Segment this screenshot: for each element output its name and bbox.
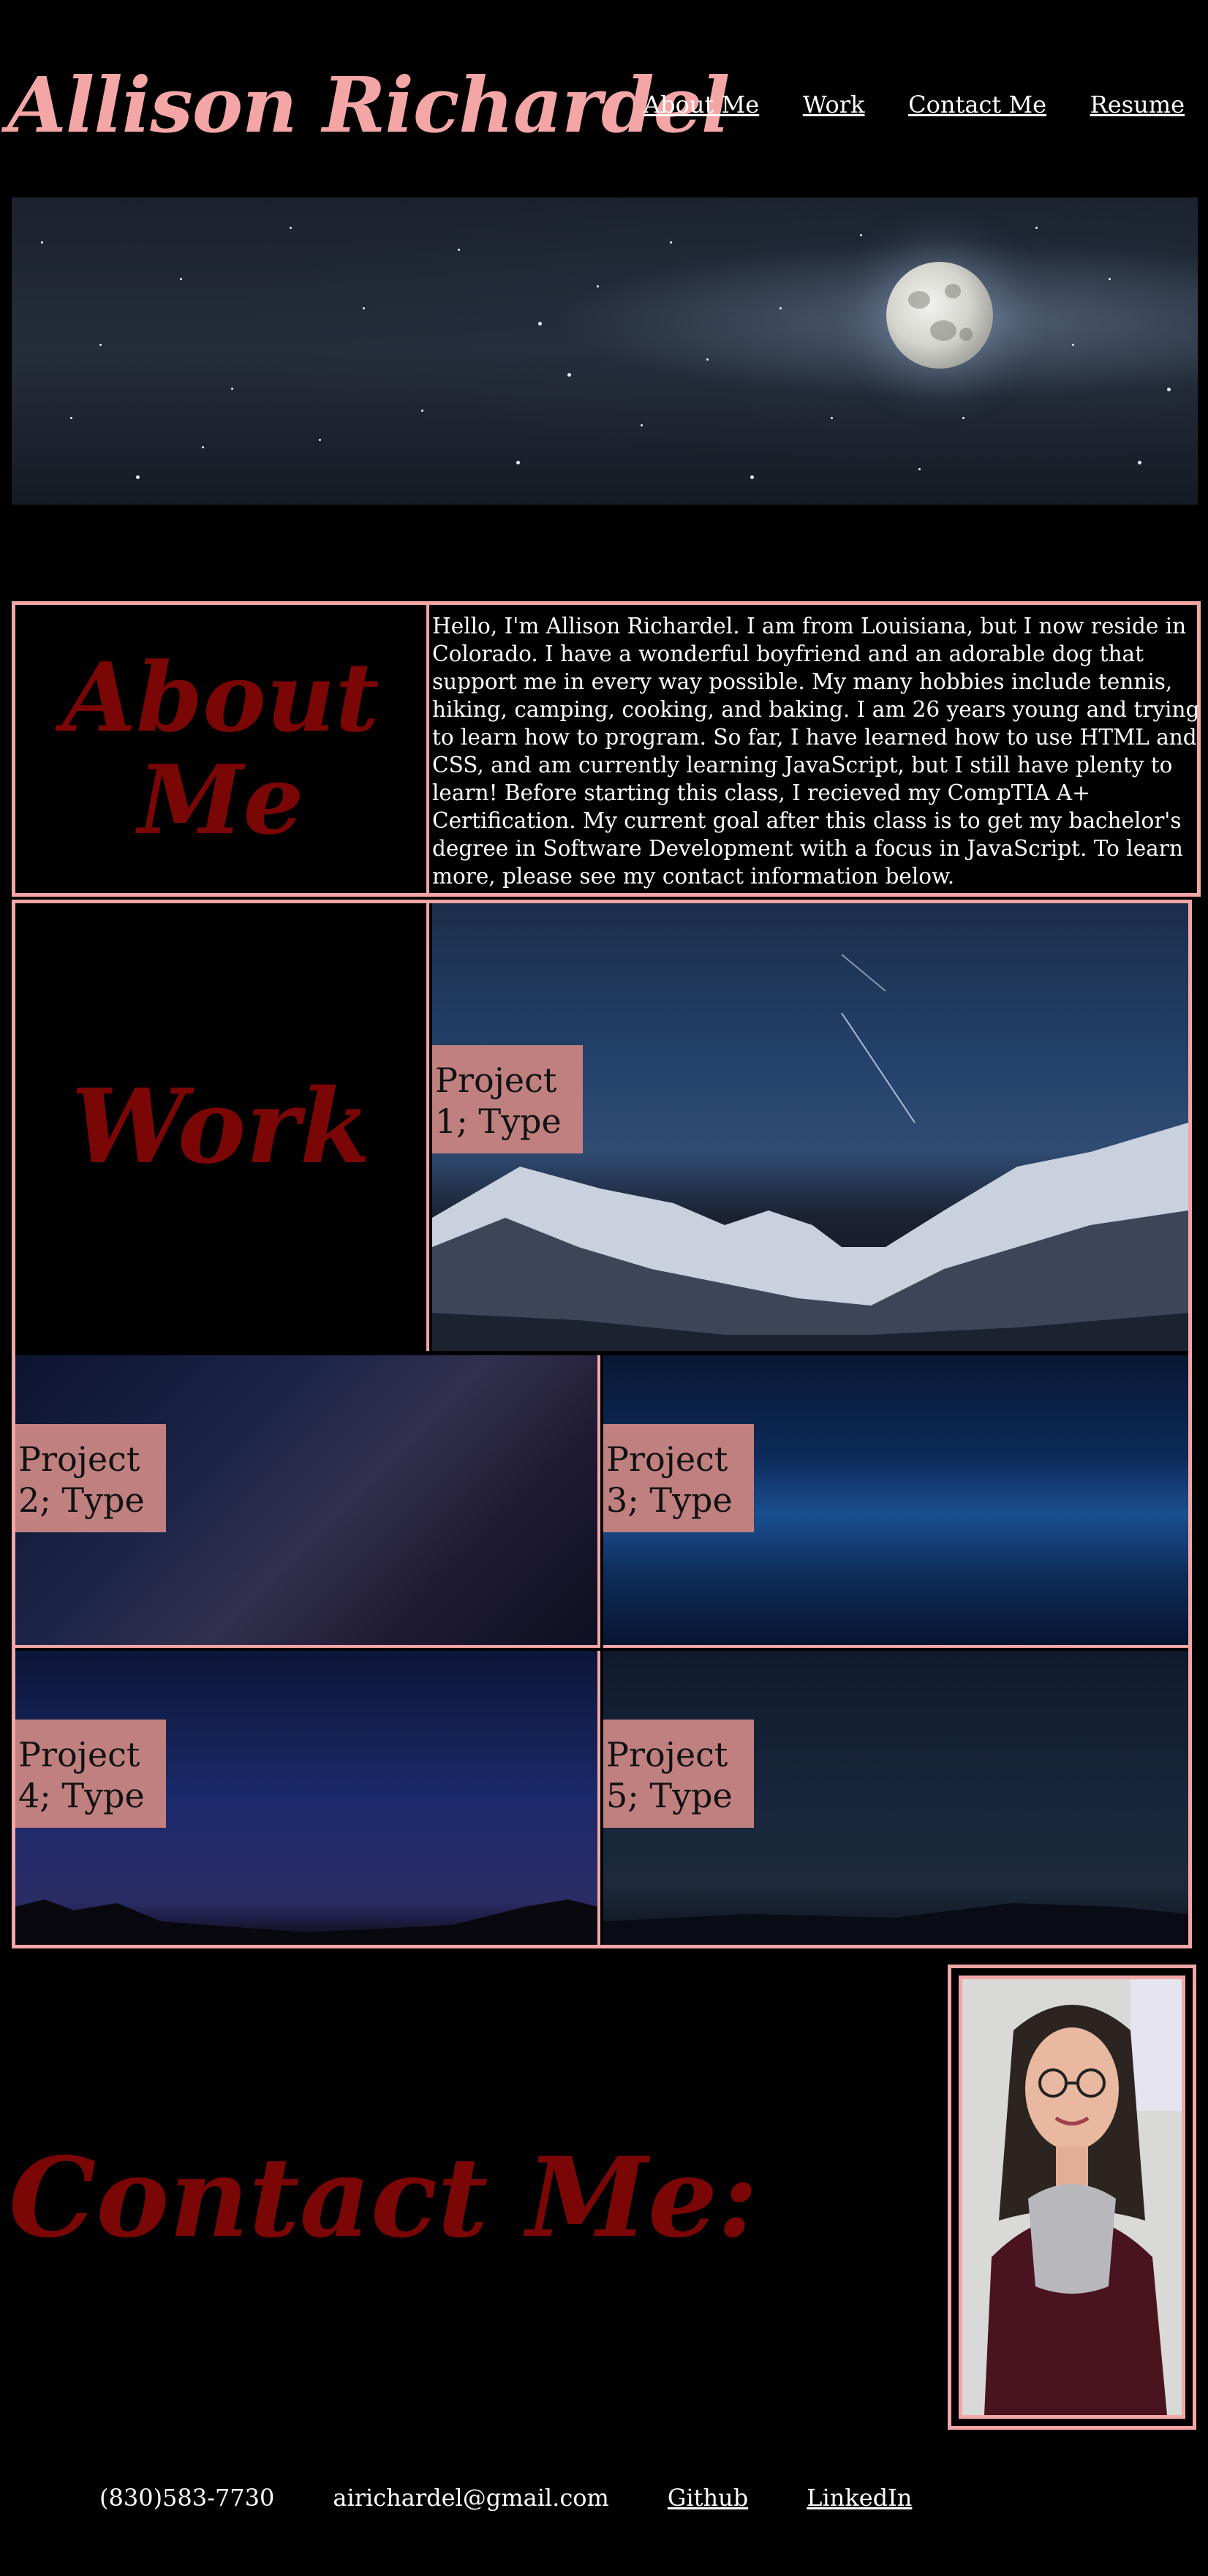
footer-contact: (830)583-7730 airichardel@gmail.com Gith… (99, 2484, 912, 2512)
linkedin-link[interactable]: LinkedIn (807, 2484, 912, 2512)
email-address: airichardel@gmail.com (333, 2484, 609, 2512)
work-heading: Work (15, 903, 429, 1351)
profile-photo-illustration (962, 1979, 1182, 2415)
project-5-label: Project 5; Type (603, 1720, 754, 1828)
project-card-3[interactable]: Project 3; Type (603, 1355, 1188, 1648)
nav-contact-me[interactable]: Contact Me (908, 91, 1046, 118)
moon-graphic (886, 262, 993, 369)
contact-heading: Contact Me: (9, 2134, 758, 2262)
about-text: Hello, I'm Allison Richardel. I am from … (432, 614, 1200, 889)
phone-number: (830)583-7730 (99, 2484, 275, 2512)
project-4-label: Project 4; Type (15, 1720, 166, 1828)
profile-photo (959, 1976, 1185, 2419)
project-1-label: Project 1; Type (432, 1045, 583, 1153)
nav-about-me[interactable]: About Me (643, 91, 759, 118)
nav-work[interactable]: Work (803, 91, 865, 118)
project-card-2[interactable]: Project 2; Type (15, 1355, 600, 1648)
project-card-5[interactable]: Project 5; Type (603, 1651, 1188, 1945)
site-title: Allison Richardel (7, 60, 730, 150)
about-heading: About Me (15, 605, 429, 893)
main-nav: About Me Work Contact Me Resume (643, 91, 1185, 118)
hero-night-sky-image (12, 197, 1198, 505)
project-2-label: Project 2; Type (15, 1424, 166, 1532)
github-link[interactable]: Github (668, 2484, 748, 2512)
portrait-frame (948, 1965, 1196, 2430)
project-3-label: Project 3; Type (603, 1424, 754, 1532)
project-card-4[interactable]: Project 4; Type (15, 1651, 600, 1945)
about-section: About Me Hello, I'm Allison Richardel. I… (12, 601, 1201, 897)
work-section: Work Project 1; Type Project 2; Type Pro… (12, 900, 1192, 1948)
nav-resume[interactable]: Resume (1090, 91, 1185, 118)
project-card-1[interactable]: Project 1; Type (432, 903, 1188, 1351)
